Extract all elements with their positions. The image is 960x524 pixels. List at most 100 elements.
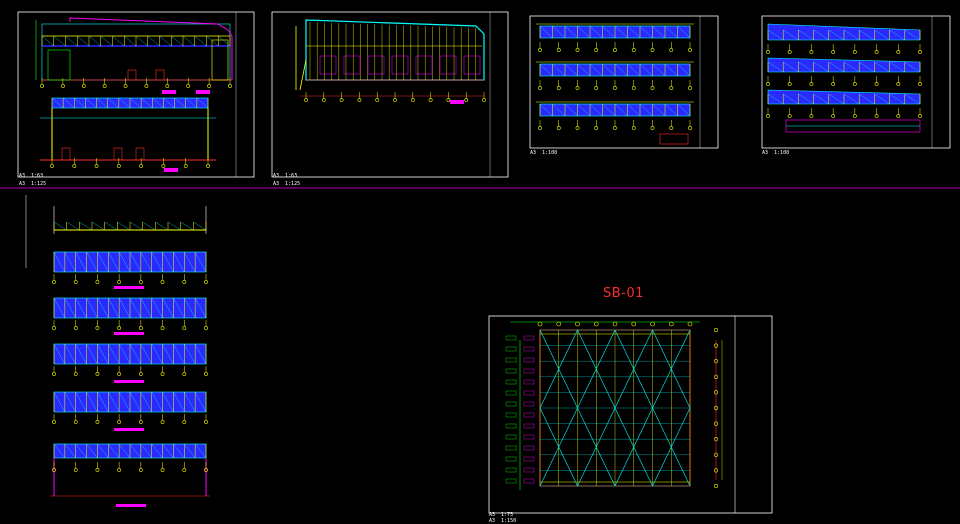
- sheet-frame-2[interactable]: [271, 11, 509, 178]
- sheet6-truss-diag: [155, 221, 169, 231]
- sheet2-grid-bubble: [357, 98, 362, 102]
- sheet6-grid-bubble: [138, 326, 143, 330]
- sheet2-grid-bubble: [464, 98, 469, 102]
- sheet3-grid-bubble: [556, 48, 561, 52]
- sheet6-truss-diag: [53, 221, 67, 231]
- plan-bubble: [575, 321, 580, 327]
- sheet3-grid-bubble: [538, 126, 542, 130]
- sheet2-opening: [439, 55, 457, 75]
- sheet6-grid-bubble: [95, 280, 100, 284]
- sheet-2-scale-1: A3 1:63: [273, 173, 298, 179]
- sheet4-grid-bubble: [874, 114, 879, 118]
- plan-label-box: [523, 368, 535, 374]
- plan-label-box: [523, 346, 535, 352]
- sheet-1-scale-2: A3 1:125: [19, 181, 47, 187]
- sheet2-grid-bubble: [375, 98, 380, 102]
- plan-label-box: [505, 401, 517, 407]
- sheet6-grid-bubble: [160, 372, 165, 376]
- sheet-5-scale-2: A3 1:150: [489, 518, 517, 524]
- plan-label-box: [505, 423, 517, 429]
- sheet4-grid-bubble: [831, 82, 836, 86]
- sheet3-grid-bubble: [556, 126, 561, 130]
- sheet1-grid-bubble: [60, 84, 65, 88]
- plan-row-bubble: [713, 327, 719, 333]
- sheet3-grid-bubble: [613, 126, 617, 130]
- plan-bubble: [631, 321, 637, 327]
- sheet3-grid-bubble: [575, 126, 580, 130]
- sheet3-grid-bubble: [613, 48, 617, 52]
- sheet2-grid-bubble: [482, 98, 486, 102]
- sheet1-grid2-bubble: [72, 164, 77, 168]
- plan-label-box: [523, 456, 535, 462]
- sheet6-grid-bubble: [138, 468, 143, 472]
- sheet1-grid2-bubble: [139, 164, 144, 168]
- sheet1-grid-bubble: [102, 84, 107, 88]
- sheet6-grid-bubble: [117, 326, 122, 330]
- plan-bubble: [687, 321, 693, 327]
- sheet4-grid-bubble: [809, 114, 814, 118]
- sheet6-grid-bubble: [73, 420, 78, 424]
- plan-label-box: [523, 467, 535, 473]
- sheet6-grid-bubble: [138, 372, 143, 376]
- sheet6-truss-diag: [129, 221, 143, 231]
- sheet-3-scale-1: A3 1:100: [530, 150, 558, 156]
- sheet3-grid-bubble: [538, 48, 542, 52]
- sheet6-grid-bubble: [204, 420, 208, 424]
- plan-label-box: [523, 434, 535, 440]
- sheet4-grid-bubble: [809, 50, 814, 54]
- plan-label-box: [505, 357, 517, 363]
- sheet3-grid-bubble: [575, 48, 580, 52]
- sheet6-grid-bubble: [160, 420, 165, 424]
- sheet2-grid-bubble: [304, 98, 308, 102]
- sheet4-grid-bubble: [766, 82, 770, 86]
- sheet3-grid-bubble: [669, 86, 674, 90]
- plan-label-box: [523, 423, 535, 429]
- sheet2-grid-bubble: [428, 98, 433, 102]
- sheet1-grid2-bubble: [50, 164, 54, 168]
- sheet6-truss-diag: [104, 221, 118, 231]
- sheet3-grid-bubble: [688, 126, 692, 130]
- cad-canvas[interactable]: [0, 0, 960, 524]
- sheet4-grid-bubble: [918, 50, 922, 54]
- drawing-title: SB-01: [603, 286, 644, 301]
- sheet4-grid-bubble: [766, 50, 770, 54]
- plan-label-box: [505, 379, 517, 385]
- plan-bubble: [612, 321, 618, 327]
- plan-label-box: [505, 412, 517, 418]
- sheet6-grid-bubble: [52, 280, 56, 284]
- sheet3-grid-bubble: [538, 86, 542, 90]
- sheet1-truss-diag: [194, 35, 207, 47]
- plan-label-box: [523, 478, 535, 484]
- sheet1-grid-bubble: [228, 84, 232, 88]
- sheet1-truss-diag: [135, 35, 148, 47]
- sheet4-grid-bubble: [852, 114, 857, 118]
- sheet4-grid-bubble: [787, 82, 792, 86]
- sheet6-truss-diag: [91, 221, 105, 231]
- plan-bubble: [593, 321, 599, 327]
- sheet3-grid-bubble: [650, 86, 655, 90]
- sheet6-truss-diag: [117, 221, 131, 231]
- sheet6-grid-bubble: [95, 420, 100, 424]
- sheet1-truss-diag: [206, 35, 219, 47]
- plan-label-box: [505, 434, 517, 440]
- sheet1-truss-diag: [147, 35, 160, 47]
- sheet2-grid-bubble: [410, 98, 415, 102]
- sheet6-grid-bubble: [204, 326, 208, 330]
- sheet6-grid-bubble: [182, 280, 187, 284]
- sheet-4-scale-1: A3 1:100: [762, 150, 790, 156]
- plan-label-box: [505, 390, 517, 396]
- sheet1-grid-bubble: [40, 84, 44, 88]
- plan-label-box: [523, 335, 535, 341]
- sheet6-grid-bubble: [182, 372, 187, 376]
- sheet4-grid-bubble: [852, 50, 857, 54]
- sheet6-grid-bubble: [52, 372, 56, 376]
- sheet6-grid-bubble: [117, 468, 122, 472]
- sheet4-grid-bubble: [918, 114, 922, 118]
- sheet6-grid-bubble: [138, 420, 143, 424]
- sheet2-opening: [391, 55, 409, 75]
- sheet6-truss-diag: [180, 221, 194, 231]
- sheet6-truss-diag: [167, 221, 181, 231]
- sheet1-truss-diag: [65, 35, 78, 47]
- sheet-4-drawing: [767, 23, 921, 133]
- sheet2-opening: [319, 55, 337, 75]
